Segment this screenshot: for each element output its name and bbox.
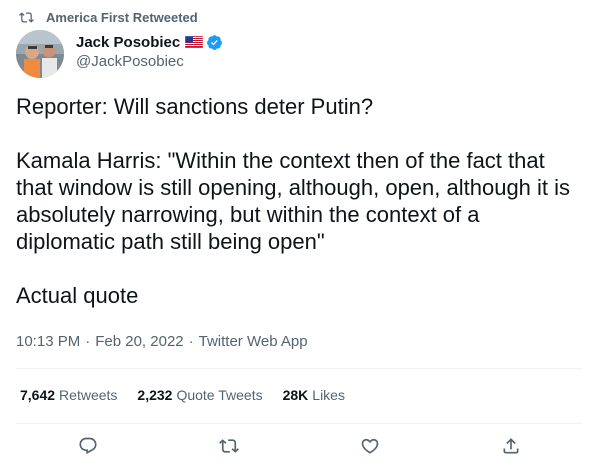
reply-icon [79, 437, 97, 455]
tweet-time[interactable]: 10:13 PM [16, 333, 80, 350]
likes-count: 28K [282, 387, 309, 403]
divider [16, 368, 582, 369]
author-block: Jack Posobiec @JackPosobiec [76, 32, 223, 70]
tweet-meta: 10:13 PM · Feb 20, 2022 · Twitter Web Ap… [16, 333, 308, 350]
retweet-icon [19, 11, 34, 23]
author-name[interactable]: Jack Posobiec [76, 34, 180, 51]
retweets-count: 7,642 [20, 387, 56, 403]
share-icon [503, 438, 519, 454]
like-icon [361, 438, 379, 454]
retweet-context-text: America First Retweeted [46, 9, 198, 25]
tweet-text-line: Kamala Harris: "Within the context then … [16, 148, 571, 254]
tweet-text: Reporter: Will sanctions deter Putin? Ka… [16, 93, 576, 309]
author-handle[interactable]: @JackPosobiec [76, 53, 223, 70]
reply-button[interactable] [77, 435, 99, 457]
share-button[interactable] [500, 435, 522, 457]
quote-tweets-count: 2,232 [137, 387, 173, 403]
retweet-button[interactable] [218, 435, 240, 457]
tweet-text-line: Actual quote [16, 283, 139, 308]
verified-badge-icon [207, 34, 223, 50]
likes-label: Likes [312, 387, 345, 403]
tweet-actions [0, 429, 598, 463]
retweet-context[interactable]: America First Retweeted [19, 8, 198, 26]
retweets-stat[interactable]: 7,642 Retweets [20, 387, 117, 403]
tweet-text-line: Reporter: Will sanctions deter Putin? [16, 94, 374, 119]
like-button[interactable] [359, 435, 381, 457]
quote-tweets-label: Quote Tweets [176, 387, 263, 403]
tweet-source[interactable]: Twitter Web App [199, 333, 308, 350]
tweet-stats: 7,642 Retweets 2,232 Quote Tweets 28K Likes [20, 387, 365, 403]
quote-tweets-stat[interactable]: 2,232 Quote Tweets [137, 387, 262, 403]
divider [16, 423, 582, 424]
tweet-date[interactable]: Feb 20, 2022 [95, 333, 183, 350]
retweets-label: Retweets [59, 387, 118, 403]
tweet: America First Retweeted Jack Posobiec @J… [0, 0, 598, 469]
avatar[interactable] [16, 30, 64, 78]
avatar-photo [16, 30, 64, 78]
likes-stat[interactable]: 28K Likes [283, 387, 345, 403]
us-flag-icon [185, 36, 204, 48]
meta-separator: · [85, 333, 91, 350]
retweet-icon [219, 439, 239, 453]
meta-separator: · [188, 333, 194, 350]
